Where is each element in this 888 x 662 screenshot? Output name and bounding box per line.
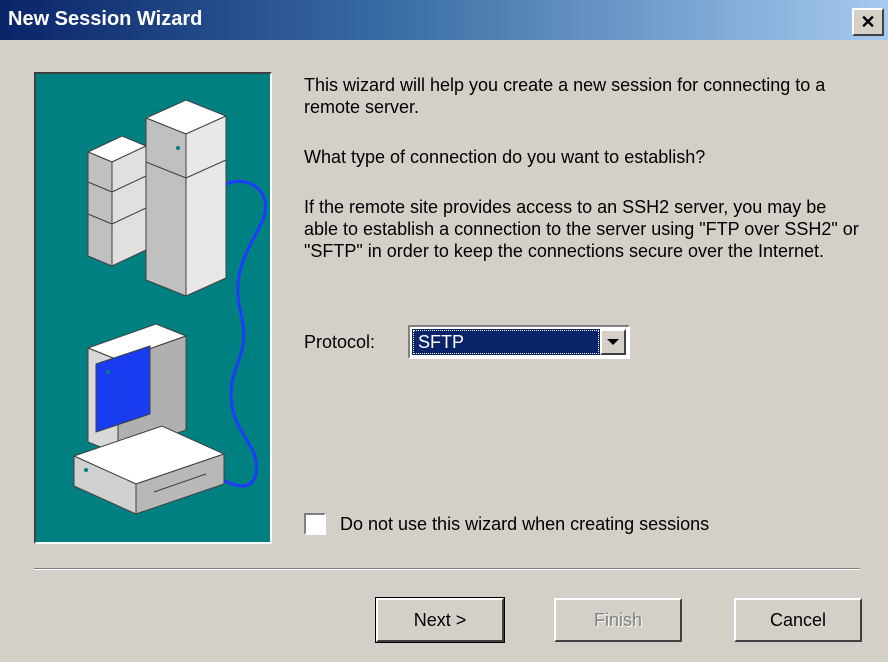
skip-wizard-checkbox[interactable] — [304, 513, 326, 535]
close-button[interactable]: ✕ — [852, 8, 884, 36]
protocol-select[interactable]: SFTP — [408, 325, 630, 359]
intro-paragraph-3: If the remote site provides access to an… — [304, 197, 859, 261]
finish-button[interactable]: Finish — [554, 598, 682, 642]
wizard-illustration — [72, 99, 268, 515]
dropdown-button[interactable] — [600, 329, 626, 355]
close-icon: ✕ — [860, 11, 876, 32]
network-cable-icon — [220, 179, 268, 488]
chevron-down-icon — [607, 339, 619, 345]
protocol-selected-value: SFTP — [412, 329, 600, 355]
protocol-label: Protocol: — [304, 332, 376, 352]
wizard-illustration-panel — [34, 72, 272, 544]
footer-divider — [34, 568, 860, 570]
skip-wizard-option[interactable]: Do not use this wizard when creating ses… — [304, 513, 709, 535]
intro-paragraph-1: This wizard will help you create a new s… — [304, 75, 826, 117]
title-bar: New Session Wizard ✕ — [0, 0, 888, 40]
computer-icon — [72, 323, 226, 515]
window-title: New Session Wizard — [8, 8, 203, 30]
intro-paragraph-2: What type of connection do you want to e… — [304, 147, 706, 167]
cancel-button[interactable]: Cancel — [734, 598, 862, 642]
next-button[interactable]: Next > — [375, 597, 505, 643]
skip-wizard-label[interactable]: Do not use this wizard when creating ses… — [340, 514, 709, 535]
server-tower-icon — [86, 99, 228, 297]
